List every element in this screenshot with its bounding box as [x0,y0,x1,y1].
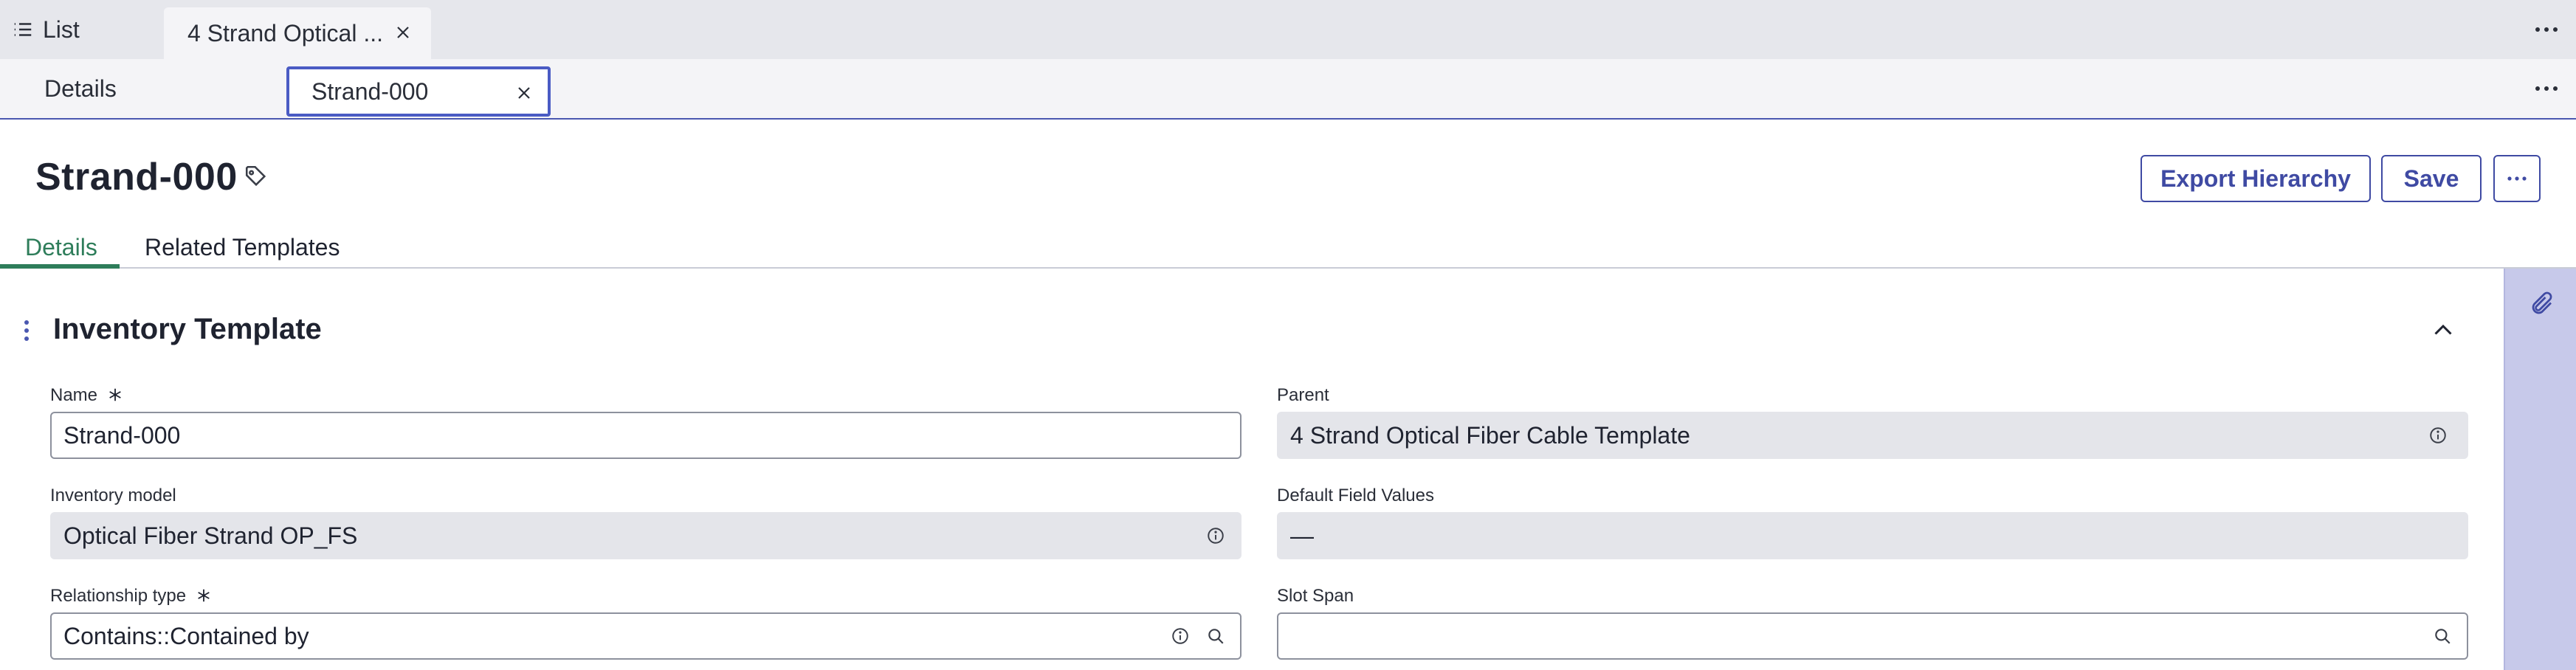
relationship-type-label: Relationship type [50,586,212,607]
required-asterisk-icon [109,388,121,401]
sub-tab-details[interactable]: Details [44,59,117,118]
more-actions-button[interactable] [2493,155,2541,202]
parent-field[interactable]: 4 Strand Optical Fiber Cable Template [1277,412,2468,459]
relationship-type-field[interactable]: Contains::Contained by [50,612,1241,660]
inventory-model-label: Inventory model [50,486,176,505]
close-icon[interactable] [394,24,412,41]
paperclip-icon[interactable] [2529,291,2555,317]
info-icon[interactable] [1206,526,1225,545]
active-tab-indicator [0,264,120,269]
search-icon[interactable] [2433,626,2452,646]
slot-span-label: Slot Span [1277,586,1354,606]
drag-handle-icon[interactable] [21,317,32,344]
list-tab[interactable]: List [12,0,80,59]
more-icon[interactable] [2532,21,2561,38]
tab-related-templates[interactable]: Related Templates [145,227,340,267]
required-asterisk-icon [198,589,210,602]
page-title: Strand-000 [35,156,238,198]
record-tab-parent[interactable]: 4 Strand Optical ... [164,7,431,59]
tag-icon[interactable] [244,164,269,189]
name-label: Name [50,385,123,406]
sub-tab-details-label: Details [44,75,117,102]
slot-span-field[interactable] [1277,612,2468,660]
parent-label: Parent [1277,385,1329,405]
info-icon[interactable] [2428,426,2448,445]
name-field[interactable]: Strand-000 [50,412,1241,459]
more-icon[interactable] [2532,80,2561,97]
record-tabs: Details Related Templates [0,221,2576,269]
list-tab-label: List [43,15,80,43]
sub-tab-strand-label: Strand-000 [311,77,429,105]
export-hierarchy-button[interactable]: Export Hierarchy [2141,155,2371,202]
close-icon[interactable] [515,84,533,102]
chevron-up-icon[interactable] [2430,317,2456,344]
save-button[interactable]: Save [2381,155,2482,202]
right-rail [2504,269,2576,670]
record-tab-label: 4 Strand Optical ... [187,19,384,46]
inventory-model-field[interactable]: Optical Fiber Strand OP_FS [50,512,1241,559]
search-icon[interactable] [1206,626,1225,646]
tab-details[interactable]: Details [25,227,97,267]
more-icon [2507,176,2527,181]
default-field-values-label: Default Field Values [1277,486,1434,505]
sub-tab-bar: Details Strand-000 [0,59,2576,120]
default-field-values-field: — [1277,512,2468,559]
list-icon [14,23,32,36]
top-tab-bar: List 4 Strand Optical ... [0,0,2576,59]
info-icon[interactable] [1171,626,1190,646]
sub-tab-strand[interactable]: Strand-000 [286,66,551,117]
section-title: Inventory Template [53,313,322,345]
